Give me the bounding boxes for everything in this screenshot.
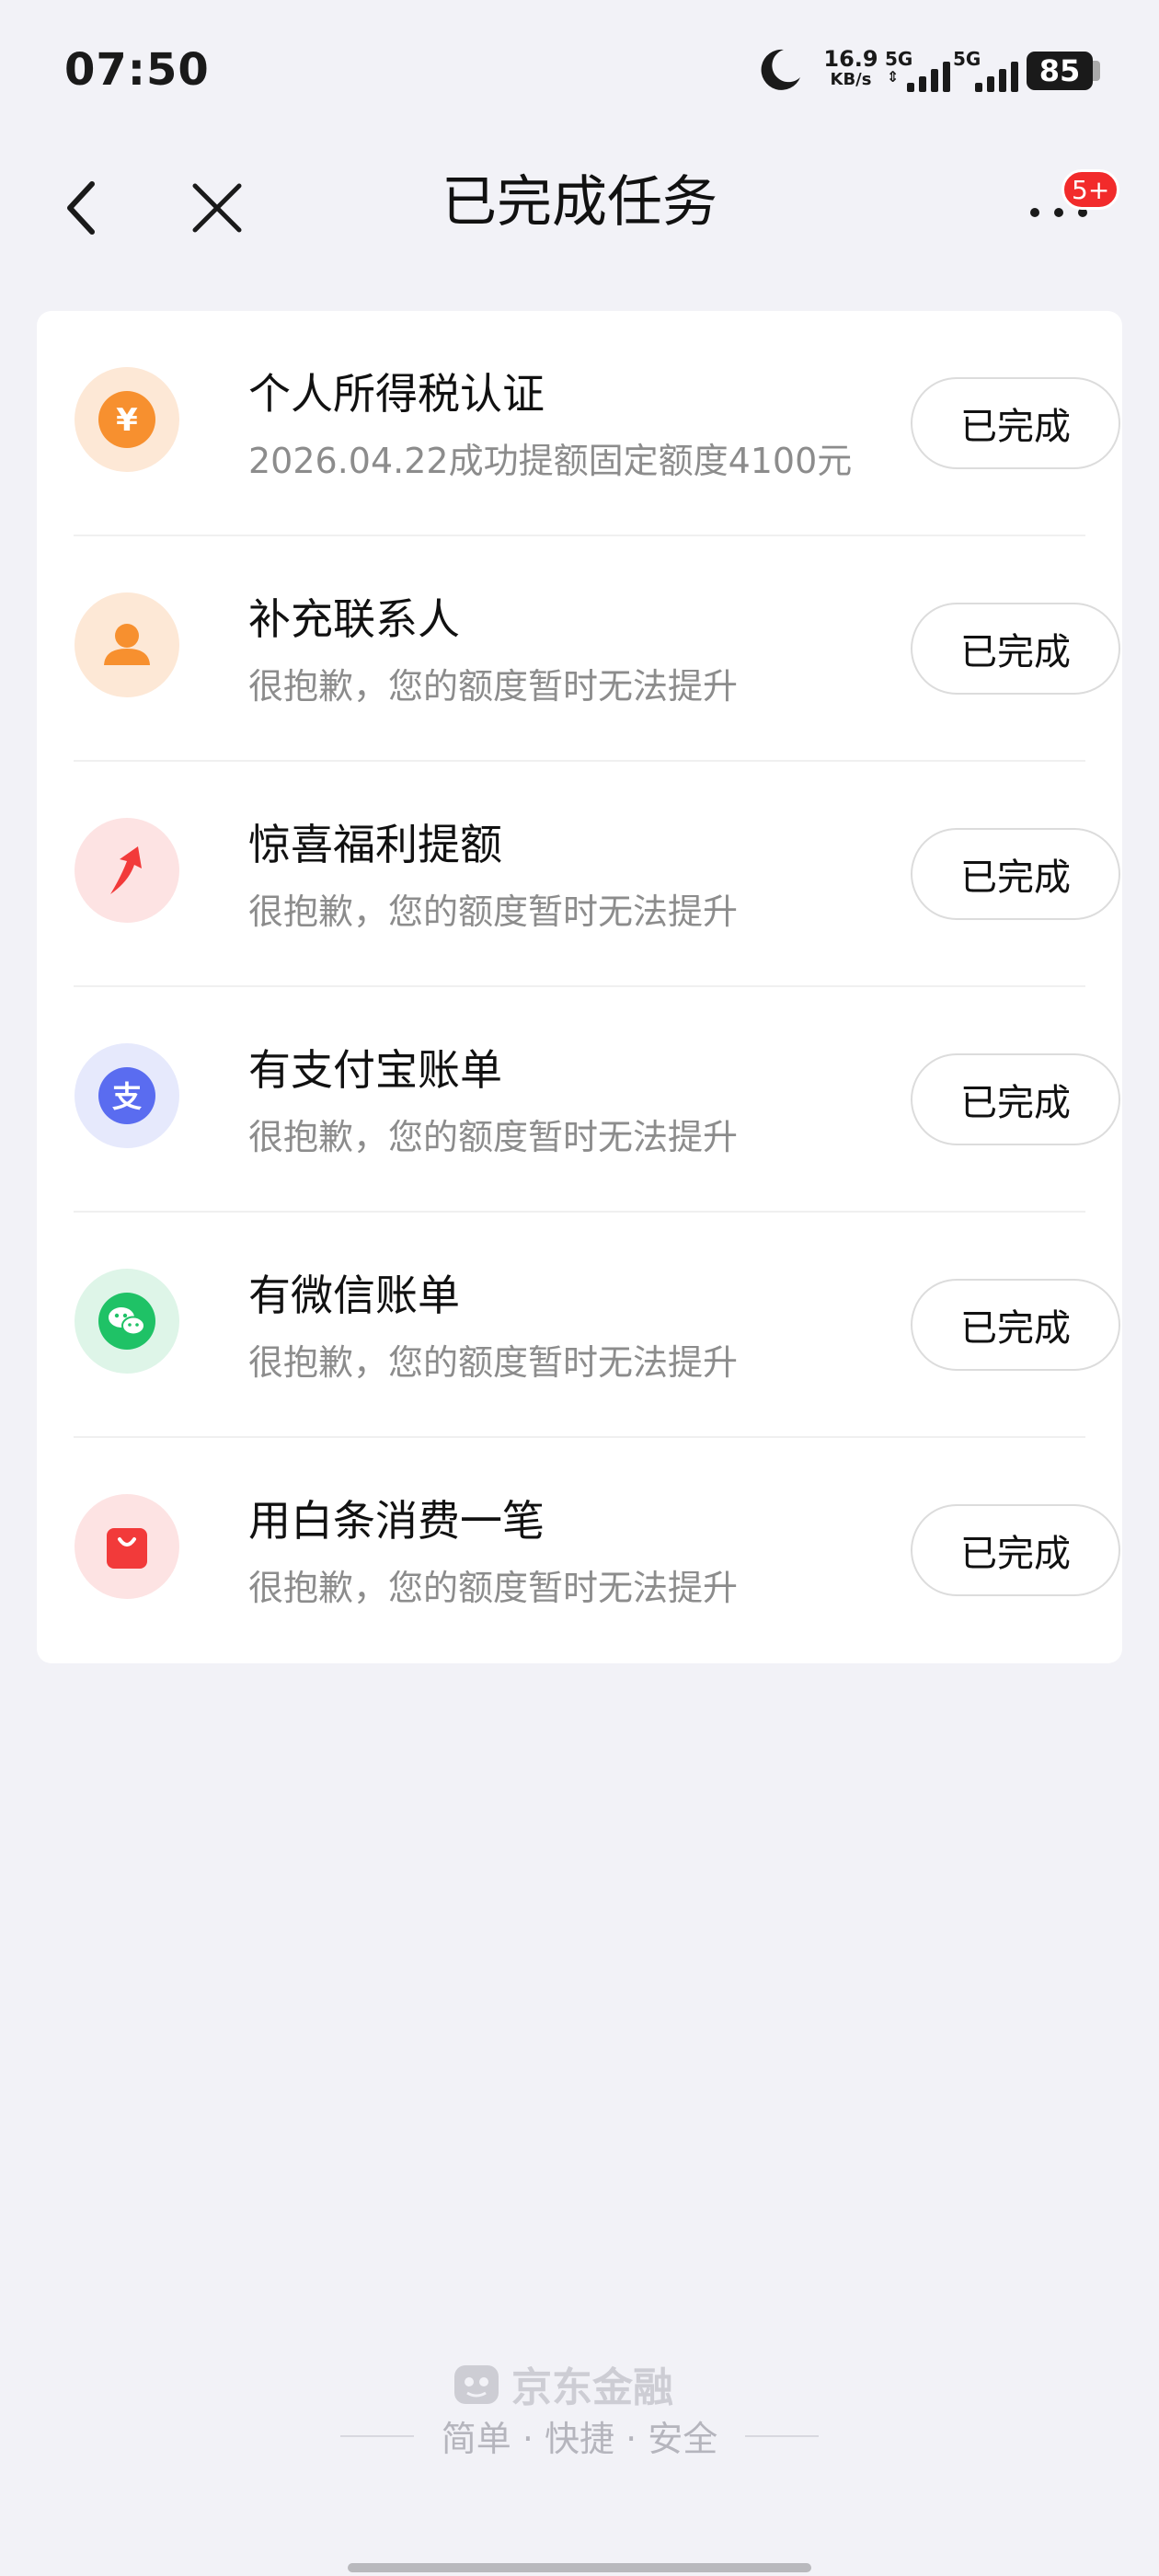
task-item-surprise-boost: 惊喜福利提额 很抱歉，您的额度暂时无法提升 已完成	[74, 762, 1120, 987]
back-button[interactable]	[46, 171, 120, 245]
task-title: 惊喜福利提额	[248, 820, 502, 869]
notification-badge: 5+	[1061, 169, 1120, 210]
signal-indicator-2: 5G	[953, 48, 1027, 94]
battery-level: 85	[1039, 53, 1081, 88]
task-item-alipay-bill: 支 有支付宝账单 很抱歉，您的额度暂时无法提升 已完成	[74, 987, 1120, 1213]
battery-indicator: 85	[1027, 52, 1093, 90]
shopping-bag-icon	[75, 1494, 179, 1599]
footer-slogan: 简单 · 快捷 · 安全	[441, 2419, 718, 2459]
data-arrows-icon: ⇕	[887, 68, 900, 86]
footer-brand: 京东金融	[511, 2364, 673, 2411]
battery-tip	[1093, 61, 1100, 81]
alipay-icon: 支	[75, 1043, 179, 1148]
footer-logo: 京东金融	[451, 2352, 673, 2416]
task-list-card: ¥ 个人所得税认证 2026.04.22成功提额固定额度4100元 已完成 补充…	[37, 311, 1122, 1663]
task-item-tax-certification: ¥ 个人所得税认证 2026.04.22成功提额固定额度4100元 已完成	[74, 311, 1120, 536]
task-subtitle: 2026.04.22成功提额固定额度4100元	[248, 441, 853, 481]
completed-button[interactable]: 已完成	[911, 603, 1120, 695]
home-indicator[interactable]	[348, 2563, 811, 2572]
task-subtitle: 很抱歉，您的额度暂时无法提升	[248, 1342, 739, 1383]
task-subtitle: 很抱歉，您的额度暂时无法提升	[248, 666, 739, 707]
completed-button[interactable]: 已完成	[911, 1053, 1120, 1145]
status-bar: 07:50 16.9 KB/s 5G ⇕ 5G 85	[0, 0, 1159, 138]
signal-bars-icon	[975, 62, 1018, 92]
task-icon-wrapper	[74, 1268, 180, 1374]
footer-divider-right	[745, 2435, 819, 2437]
task-subtitle: 很抱歉，您的额度暂时无法提升	[248, 1117, 739, 1157]
completed-button[interactable]: 已完成	[911, 377, 1120, 469]
signal-bars-icon	[907, 62, 950, 92]
task-item-add-contact: 补充联系人 很抱歉，您的额度暂时无法提升 已完成	[74, 536, 1120, 762]
completed-button[interactable]: 已完成	[911, 1279, 1120, 1371]
yen-icon: ¥	[75, 367, 179, 472]
task-title: 有支付宝账单	[248, 1045, 502, 1095]
task-icon-wrapper	[74, 592, 180, 698]
status-time: 07:50	[64, 44, 210, 96]
task-title: 补充联系人	[248, 594, 460, 644]
close-button[interactable]	[180, 171, 254, 245]
svg-text:支: 支	[112, 1079, 142, 1114]
network-speed-value: 16.9	[823, 46, 878, 72]
chevron-left-icon	[67, 181, 95, 235]
task-subtitle: 很抱歉，您的额度暂时无法提升	[248, 891, 739, 932]
task-title: 有微信账单	[248, 1271, 460, 1320]
completed-button[interactable]: 已完成	[911, 828, 1120, 920]
task-item-wechat-bill: 有微信账单 很抱歉，您的额度暂时无法提升 已完成	[74, 1213, 1120, 1438]
page-title: 已完成任务	[442, 170, 717, 235]
close-icon	[192, 183, 242, 233]
person-icon	[75, 592, 179, 697]
more-button[interactable]: 5+	[1019, 169, 1120, 248]
moon-icon	[761, 49, 800, 90]
jd-mascot-icon	[454, 2365, 499, 2404]
task-icon-wrapper	[74, 1493, 180, 1600]
network-speed-unit: KB/s	[830, 70, 872, 89]
wechat-icon	[75, 1269, 179, 1374]
signal-indicator-1: 5G ⇕	[885, 48, 958, 94]
arrow-up-icon	[75, 818, 179, 923]
task-icon-wrapper	[74, 817, 180, 924]
task-title: 个人所得税认证	[248, 369, 545, 419]
task-icon-wrapper: ¥	[74, 366, 180, 473]
svg-text:¥: ¥	[116, 402, 138, 439]
task-item-baitiao-purchase: 用白条消费一笔 很抱歉，您的额度暂时无法提升 已完成	[74, 1438, 1120, 1663]
completed-button[interactable]: 已完成	[911, 1504, 1120, 1596]
task-title: 用白条消费一笔	[248, 1496, 545, 1546]
network-speed: 16.9 KB/s	[819, 48, 883, 88]
nav-bar: 已完成任务 5+	[0, 138, 1159, 267]
task-icon-wrapper: 支	[74, 1042, 180, 1149]
task-subtitle: 很抱歉，您的额度暂时无法提升	[248, 1568, 739, 1608]
